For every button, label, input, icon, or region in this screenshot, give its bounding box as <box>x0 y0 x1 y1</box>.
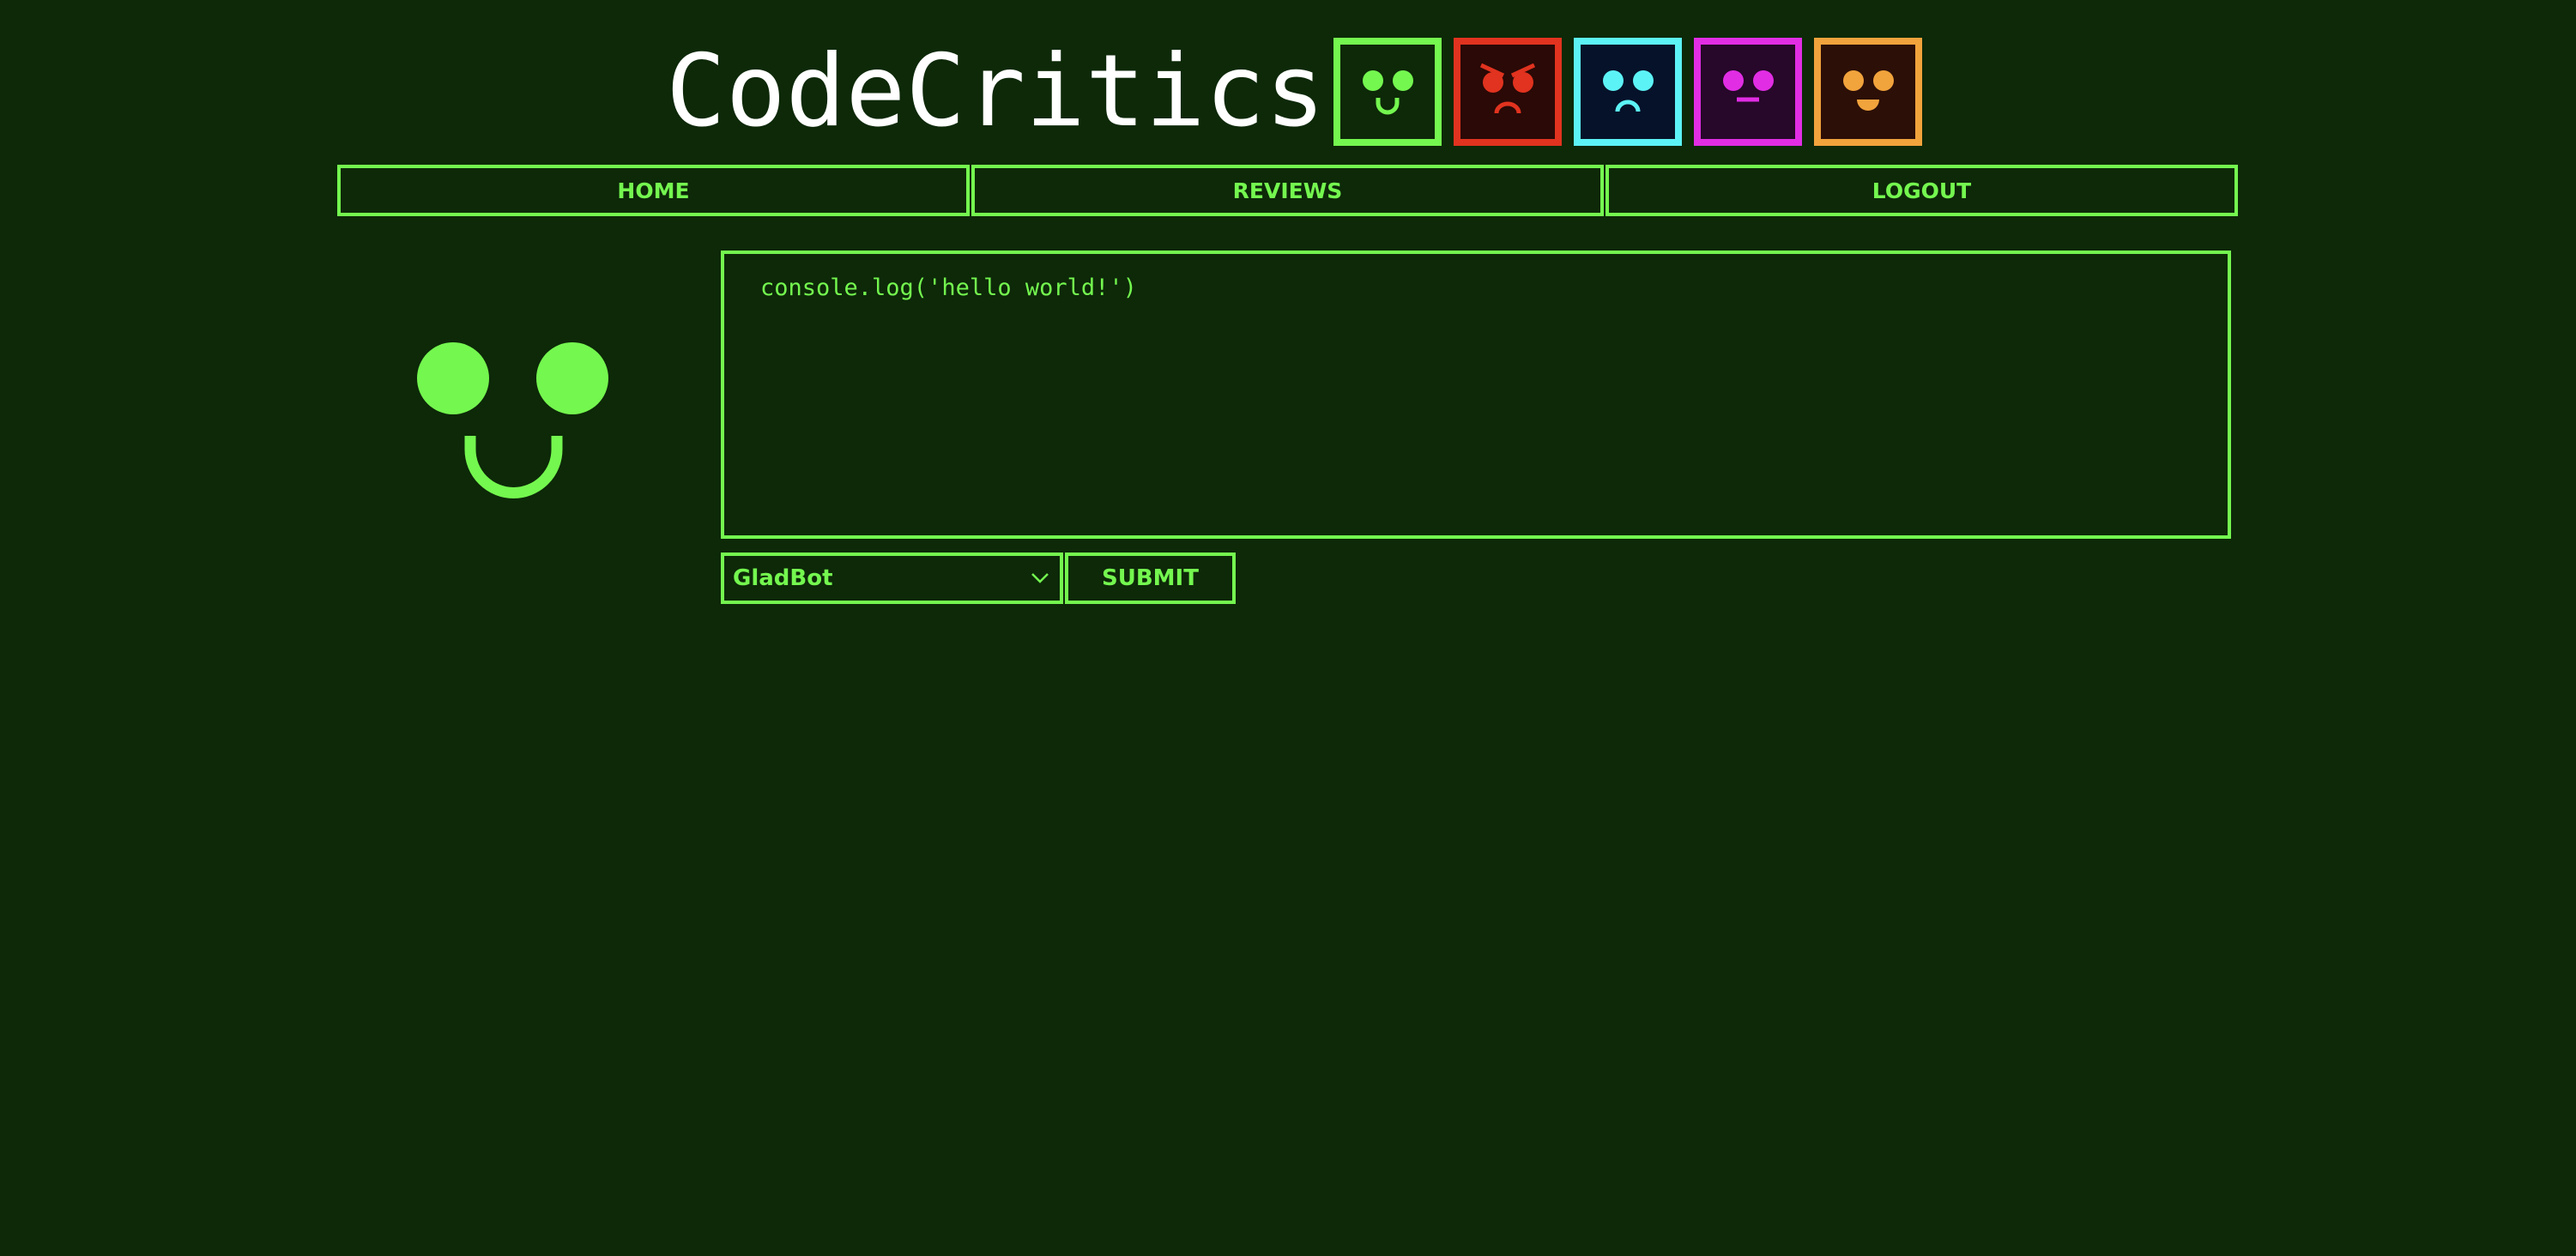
app-title: CodeCritics <box>666 33 1326 149</box>
grin-face-icon[interactable] <box>1814 38 1923 146</box>
sad-face-icon[interactable] <box>1574 38 1683 146</box>
nav-logout[interactable]: LOGOUT <box>1605 165 2238 216</box>
bot-select-value: GladBot <box>733 565 833 591</box>
happy-bot-face-icon <box>403 330 626 502</box>
critic-faces <box>1333 38 1923 146</box>
header: CodeCritics <box>666 33 1923 149</box>
neutral-face-icon[interactable] <box>1694 38 1803 146</box>
submit-button[interactable]: SUBMIT <box>1065 553 1236 604</box>
happy-face-icon[interactable] <box>1333 38 1442 146</box>
code-editor[interactable]: console.log('hello world!') <box>721 251 2231 539</box>
chevron-down-icon <box>1031 573 1049 583</box>
nav-reviews[interactable]: REVIEWS <box>971 165 1604 216</box>
bot-select[interactable]: GladBot <box>721 553 1063 604</box>
nav-home[interactable]: HOME <box>337 165 970 216</box>
main-nav: HOME REVIEWS LOGOUT <box>337 165 2238 216</box>
angry-face-icon[interactable] <box>1454 38 1563 146</box>
